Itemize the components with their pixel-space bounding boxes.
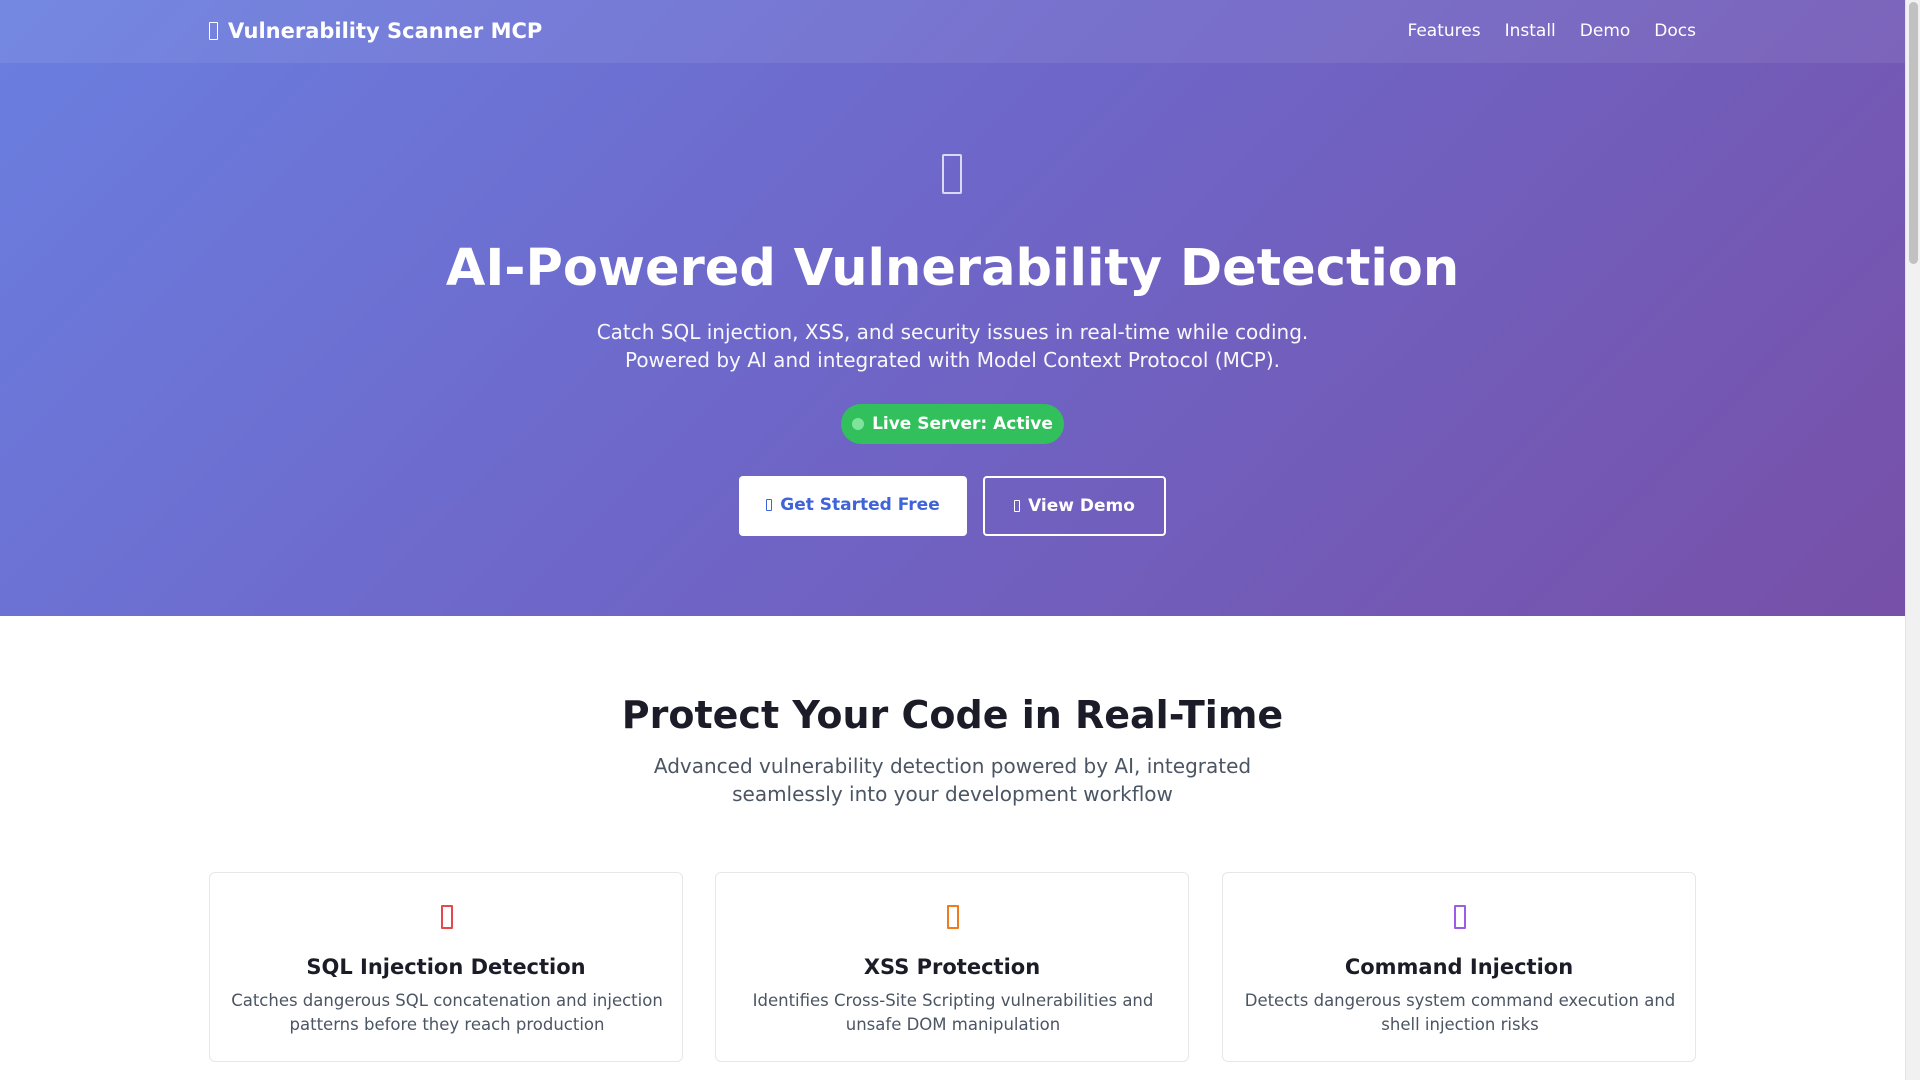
download-icon	[766, 498, 773, 511]
status-text: Live Server: Active	[872, 414, 1053, 434]
page: Vulnerability Scanner MCP Features Insta…	[0, 0, 1920, 1080]
get-started-button[interactable]: Get Started Free	[739, 476, 967, 536]
play-icon	[1014, 500, 1021, 512]
nav-link-features[interactable]: Features	[1407, 21, 1480, 41]
view-demo-label: View Demo	[1028, 496, 1135, 516]
brand-name: Vulnerability Scanner MCP	[228, 19, 543, 43]
feature-card-description: Identifies Cross-Site Scripting vulnerab…	[736, 989, 1170, 1037]
feature-card-xss: XSS Protection Identifies Cross-Site Scr…	[715, 872, 1189, 1062]
features-subtitle-line: Advanced vulnerability detection powered…	[653, 754, 1252, 778]
hero-subtitle: Catch SQL injection, XSS, and security i…	[0, 318, 1905, 374]
code-icon	[947, 905, 959, 929]
feature-card-description-line: Catches dangerous SQL concatenation and …	[231, 991, 663, 1010]
feature-card-title: Command Injection	[1344, 955, 1574, 979]
hero-title: AI-Powered Vulnerability Detection	[445, 239, 1460, 298]
features-subtitle-line: seamlessly into your development workflo…	[732, 782, 1173, 806]
feature-card-title: SQL Injection Detection	[306, 955, 586, 979]
status-dot-icon	[852, 418, 865, 430]
feature-card-description: Detects dangerous system command executi…	[1243, 989, 1677, 1037]
feature-card-description-line: Identifies Cross-Site Scripting vulnerab…	[752, 991, 1154, 1010]
nav-link-docs[interactable]: Docs	[1654, 21, 1696, 41]
hero-section: Vulnerability Scanner MCP Features Insta…	[0, 0, 1905, 616]
page-content: Vulnerability Scanner MCP Features Insta…	[0, 0, 1905, 1080]
feature-card-description-line: shell injection risks	[1381, 1015, 1539, 1034]
terminal-icon	[1454, 905, 1466, 929]
vertical-scrollbar[interactable]	[1905, 0, 1920, 1080]
feature-card-description-line: unsafe DOM manipulation	[845, 1015, 1061, 1034]
features-title: Protect Your Code in Real-Time	[621, 693, 1284, 737]
shield-icon	[209, 22, 218, 40]
nav-link-demo[interactable]: Demo	[1580, 21, 1631, 41]
shield-icon	[942, 154, 962, 194]
view-demo-button[interactable]: View Demo	[983, 476, 1166, 536]
nav-link-install[interactable]: Install	[1505, 21, 1556, 41]
feature-card-title: XSS Protection	[863, 955, 1041, 979]
status-badge: Live Server: Active	[841, 404, 1064, 444]
brand-logo[interactable]: Vulnerability Scanner MCP	[209, 19, 542, 43]
database-icon	[441, 905, 453, 929]
feature-card-description-line: Detects dangerous system command executi…	[1244, 991, 1676, 1010]
hero-subtitle-line: Powered by AI and integrated with Model …	[624, 348, 1281, 372]
nav-links: Features Install Demo Docs	[1407, 21, 1696, 41]
hero-subtitle-line: Catch SQL injection, XSS, and security i…	[596, 320, 1309, 344]
navbar: Vulnerability Scanner MCP Features Insta…	[0, 0, 1905, 63]
feature-card-description-line: patterns before they reach production	[289, 1015, 605, 1034]
get-started-label: Get Started Free	[780, 494, 940, 515]
feature-card-sql-injection: SQL Injection Detection Catches dangerou…	[209, 872, 683, 1062]
scrollbar-thumb[interactable]	[1909, 2, 1918, 264]
feature-card-command-injection: Command Injection Detects dangerous syst…	[1222, 872, 1696, 1062]
features-subtitle: Advanced vulnerability detection powered…	[0, 752, 1905, 808]
feature-card-description: Catches dangerous SQL concatenation and …	[230, 989, 664, 1037]
